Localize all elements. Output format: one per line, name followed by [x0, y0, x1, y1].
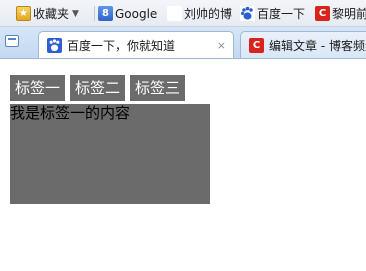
tab-bar: 百度一下，你就知道 × C 编辑文章 - 博客频道 — [0, 27, 366, 59]
favorites-button[interactable]: ★ 收藏夹 ▼ — [16, 5, 79, 22]
bookmark-google[interactable]: 8 Google — [98, 5, 157, 22]
chevron-down-icon[interactable]: ▼ — [72, 9, 79, 19]
demo-tab-list: 标签一 标签二 标签三 — [10, 75, 190, 101]
demo-tab-panel: 我是标签一的内容 — [10, 104, 210, 204]
weibo-icon: 微 — [167, 6, 182, 21]
favorites-label: 收藏夹 — [33, 7, 70, 21]
bookmark-label: Google — [115, 6, 158, 21]
close-icon[interactable]: × — [217, 39, 226, 52]
tab-baidu[interactable]: 百度一下，你就知道 × — [38, 31, 234, 58]
bookmarks-bar: ★ 收藏夹 ▼ 8 Google 微 刘帅的博 百度一下 C 黎明前 — [0, 0, 366, 27]
tab-title: 百度一下，你就知道 — [67, 38, 176, 53]
demo-tab-2[interactable]: 标签二 — [70, 75, 126, 101]
bookmark-liming[interactable]: C 黎明前 — [315, 5, 366, 22]
baidu-paw-icon — [240, 6, 255, 21]
bookmark-weibo[interactable]: 微 刘帅的博 — [167, 5, 232, 22]
baidu-paw-icon — [47, 37, 62, 53]
divider — [94, 6, 95, 21]
bookmark-label: 黎明前 — [332, 7, 366, 21]
c-logo-icon: C — [315, 6, 330, 21]
google-icon: 8 — [98, 6, 113, 21]
tab-menu-icon[interactable] — [5, 35, 19, 47]
page-content: 标签一 标签二 标签三 我是标签一的内容 — [0, 59, 366, 271]
panel-text: 我是标签一的内容 — [10, 104, 131, 122]
demo-tab-3[interactable]: 标签三 — [130, 75, 186, 101]
browser-window: ★ 收藏夹 ▼ 8 Google 微 刘帅的博 百度一下 C 黎明前 百度一下，… — [0, 0, 366, 271]
star-folder-icon: ★ — [16, 6, 31, 21]
bookmark-label: 百度一下 — [257, 7, 306, 21]
tab-edit-article[interactable]: C 编辑文章 - 博客频道 — [240, 31, 366, 58]
tab-title: 编辑文章 - 博客频道 — [269, 38, 366, 53]
bookmark-label: 刘帅的博 — [184, 7, 233, 21]
bookmark-baidu[interactable]: 百度一下 — [240, 5, 305, 22]
c-logo-icon: C — [249, 37, 264, 53]
demo-tab-1[interactable]: 标签一 — [10, 75, 66, 101]
